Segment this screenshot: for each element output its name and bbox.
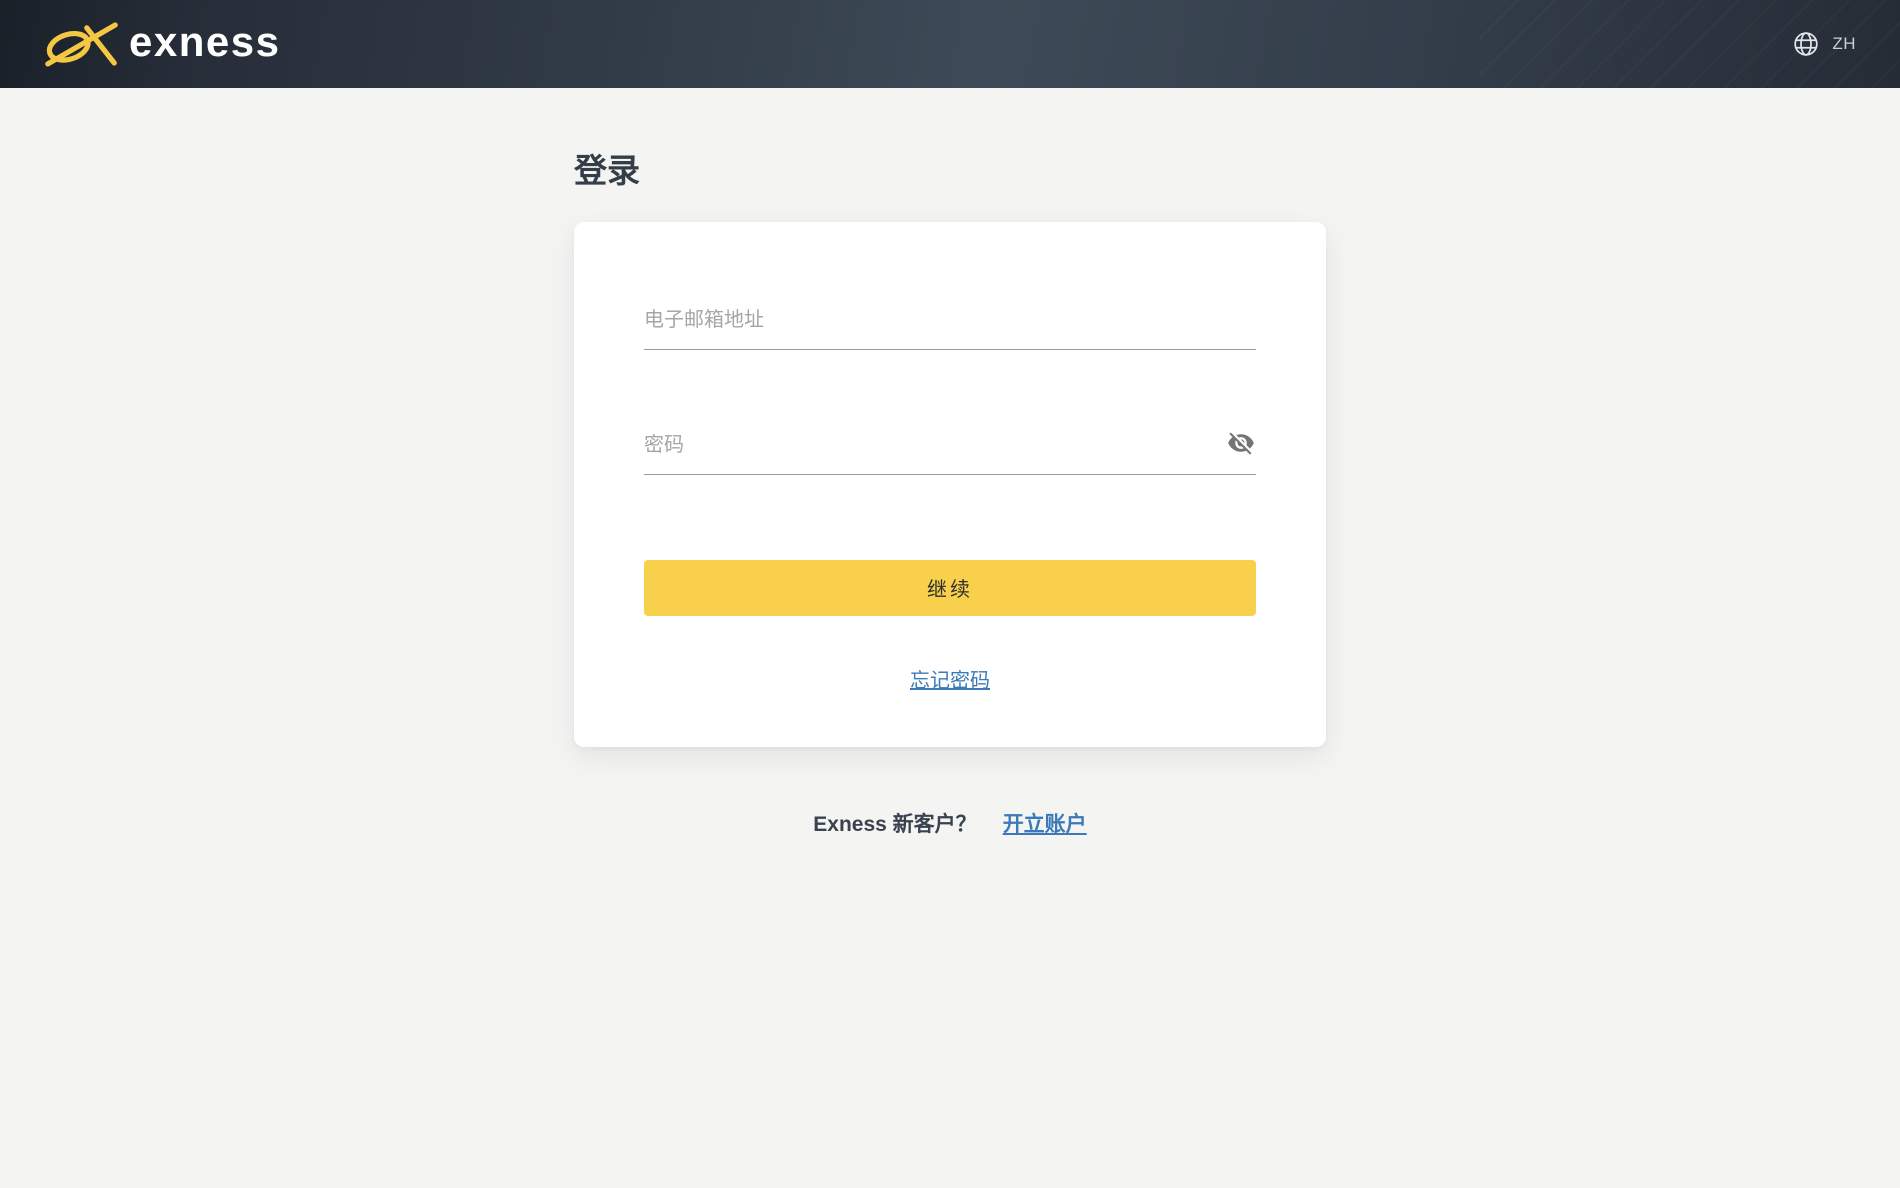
forgot-password-row: 忘记密码 [644,664,1256,693]
email-field-row [644,296,1256,350]
exness-logo-icon [45,22,118,67]
exness-logo: exness [45,20,280,68]
header: exness ZH [0,0,1900,88]
new-customer-text: Exness 新客户？ [813,812,977,836]
password-visibility-toggle[interactable] [1226,428,1256,458]
page-title: 登录 [574,152,640,189]
language-code: ZH [1832,34,1856,53]
password-input[interactable] [644,421,1256,475]
login-card: 继续 忘记密码 [574,221,1326,747]
signup-row: Exness 新客户？ 开立账户 [813,808,1086,838]
email-input[interactable] [644,296,1256,350]
login-page: 登录 继续 忘记密码 Exness 新客户？ 开立账户 [0,88,1900,838]
language-switcher[interactable]: ZH [1793,31,1856,57]
open-account-link[interactable]: 开立账户 [1003,808,1087,838]
eye-slash-icon [1228,432,1254,455]
globe-icon [1794,32,1819,56]
continue-button[interactable]: 继续 [644,559,1256,616]
password-field-row [644,421,1256,475]
forgot-password-link[interactable]: 忘记密码 [910,670,990,692]
brand-wordmark: exness [129,18,281,65]
